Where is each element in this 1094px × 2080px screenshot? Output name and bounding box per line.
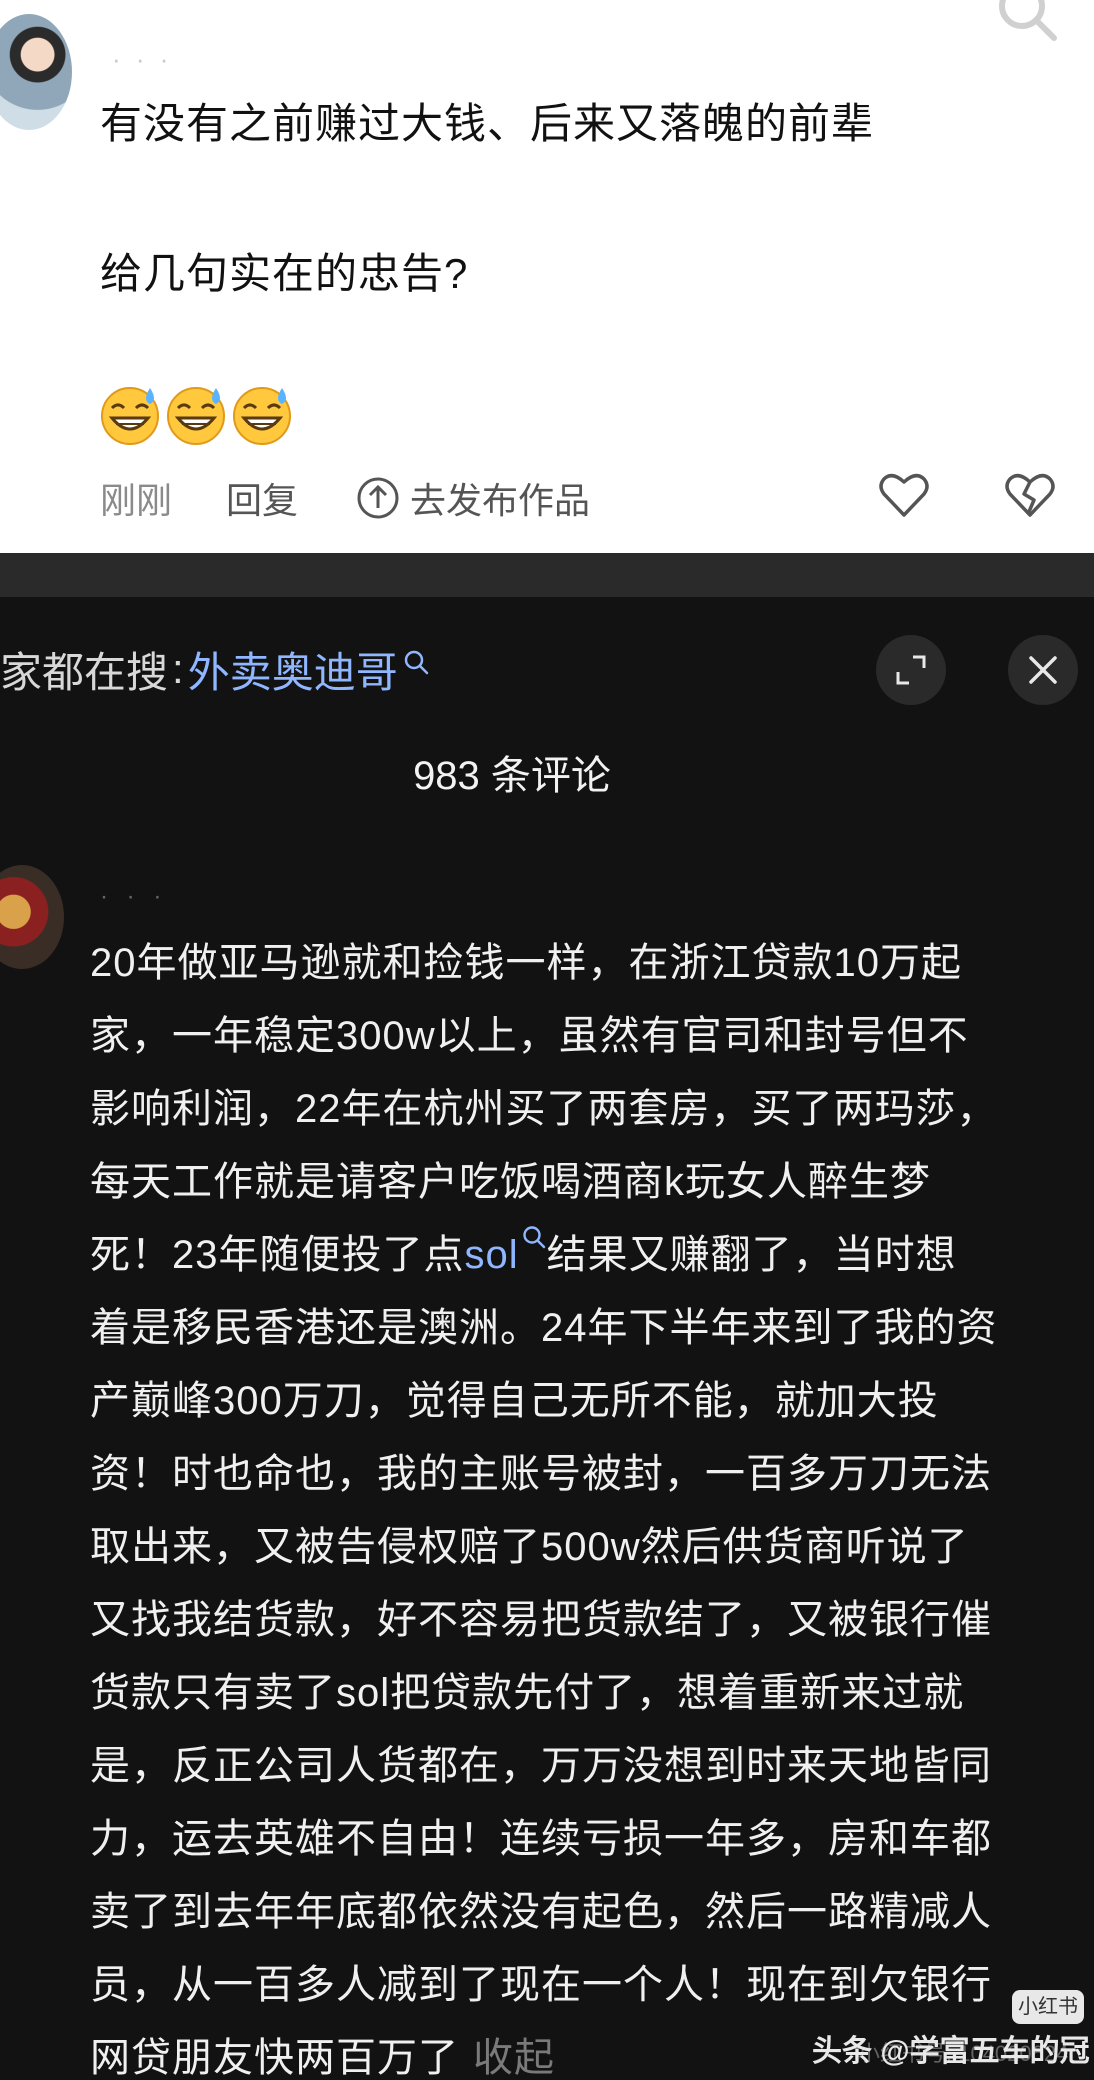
broken-heart-icon[interactable] (1004, 470, 1056, 520)
expand-button[interactable] (876, 635, 946, 705)
comment-count-label: 983 条评论 (413, 754, 611, 798)
comment-line: 资！时也命也，我的主账号被封，一百多万刀无法 (90, 1452, 992, 1496)
post-meta-row: 刚刚 回复 去发布作品 (0, 472, 1094, 522)
poster-username-blurred[interactable]: · · · (112, 44, 202, 74)
emoji-row (98, 382, 294, 446)
commenter-username-blurred[interactable]: · · · (100, 883, 167, 911)
comment-line: 取出来，又被告侵权赔了500w然后供货商听说了 (90, 1525, 969, 1569)
trending-search-keyword[interactable]: 外卖奥迪哥 (188, 639, 398, 700)
section-divider (0, 553, 1094, 597)
comment-line: 又找我结货款，好不容易把货款结了，又被银行催 (90, 1598, 992, 1642)
comment-line: 20年做亚马逊就和捡钱一样，在浙江贷款10万起 (90, 941, 962, 985)
trending-search-bar[interactable]: 家都在搜 : 外卖奥迪哥 (0, 639, 430, 699)
sweat-grin-emoji-icon (167, 387, 225, 445)
trending-search-prefix: 家都在搜 (0, 648, 169, 696)
comment-line: 每天工作就是请客户吃饭喝酒商k玩女人醉生梦 (90, 1160, 931, 1204)
search-icon (522, 1226, 545, 1249)
expand-icon (896, 655, 926, 685)
commenter-avatar[interactable] (0, 865, 64, 969)
publish-work-button[interactable]: 去发布作品 (356, 472, 590, 524)
sweat-grin-emoji-icon (101, 387, 159, 445)
comment-line: 员，从一百多人减到了现在一个人！现在到欠银行 (90, 1963, 992, 2007)
post-text-line-1: 有没有之前赚过大钱、后来又落魄的前辈 (100, 100, 875, 147)
close-icon (1029, 656, 1057, 684)
comment-line: 货款只有卖了sol把贷款先付了，想着重新来过就 (90, 1671, 965, 1715)
comment-text: 死！23年随便投了点 (90, 1233, 465, 1277)
comment-line: 产巅峰300万刀，觉得自己无所不能，就加大投 (90, 1379, 939, 1423)
upload-arrow-icon (357, 477, 399, 519)
watermark-source: 头条 @学富五车的冠 (812, 2035, 1090, 2068)
comment-line: 力，运去英雄不自由！连续亏损一年多，房和车都 (90, 1817, 992, 1861)
heart-icon[interactable] (878, 470, 930, 520)
search-icon[interactable] (996, 0, 1060, 44)
close-button[interactable] (1008, 635, 1078, 705)
search-icon (404, 650, 428, 675)
collapse-button[interactable]: 收起 (473, 2036, 555, 2080)
reply-button[interactable]: 回复 (226, 472, 298, 524)
comment-count: 983 条评论 (0, 743, 1094, 801)
poster-avatar[interactable] (0, 14, 72, 130)
comments-panel: 家都在搜 : 外卖奥迪哥 983 条评论 · · · 20年做亚马逊就和捡钱一样… (0, 597, 1094, 2080)
post-timestamp: 刚刚 (100, 480, 173, 521)
comment-text: 结果又赚翻了，当时想 (546, 1233, 957, 1277)
comment-line: 是，反正公司人货都在，万万没想到时来天地皆同 (90, 1744, 992, 1788)
original-post-panel: · · · 有没有之前赚过大钱、后来又落魄的前辈 给几句实在的忠告? 刚刚 回复… (0, 0, 1094, 553)
comment-line: 卖了到去年年底都依然没有起色，然后一路精减人 (90, 1890, 992, 1934)
watermark-badge: 小红书 (1012, 1990, 1084, 2024)
comment-line: 死！23年随便投了点sol 结果又赚翻了，当时想 (90, 1219, 1070, 1292)
comment-text: 网贷朋友快两百万了 (90, 2036, 459, 2080)
sol-search-link[interactable]: sol (465, 1233, 519, 1277)
comment-line: 着是移民香港还是澳洲。24年下半年来到了我的资 (90, 1306, 998, 1350)
trending-search-separator: : (172, 645, 184, 692)
comment-body: 20年做亚马逊就和捡钱一样，在浙江贷款10万起 家，一年稳定300w以上，虽然有… (90, 927, 1070, 2080)
post-text-line-2: 给几句实在的忠告? (100, 250, 469, 297)
sweat-grin-emoji-icon (233, 387, 291, 445)
comment-line: 家，一年稳定300w以上，虽然有官司和封号但不 (90, 1014, 969, 1058)
comment-line: 影响利润，22年在杭州买了两套房，买了两玛莎， (90, 1087, 998, 1131)
publish-work-label: 去发布作品 (410, 480, 591, 521)
